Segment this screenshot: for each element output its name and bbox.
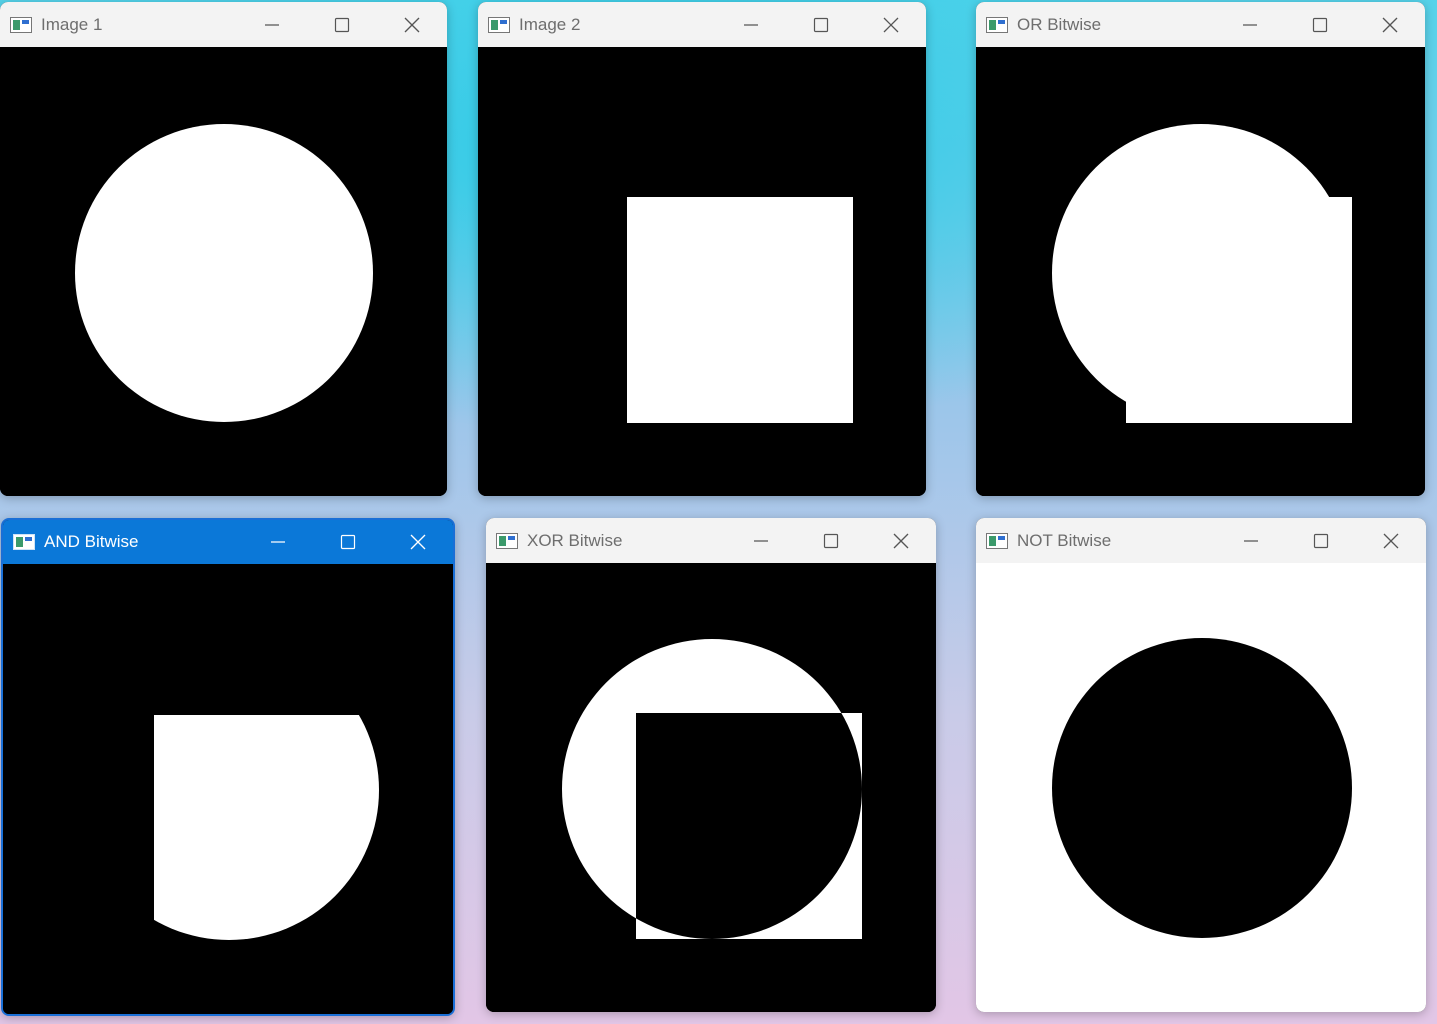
close-button[interactable] — [377, 2, 447, 47]
minimize-button[interactable] — [237, 2, 307, 47]
image-canvas — [3, 564, 453, 1014]
window-title: Image 1 — [41, 14, 103, 34]
minimize-button[interactable] — [1216, 518, 1286, 563]
image-canvas — [976, 47, 1425, 496]
maximize-button[interactable] — [313, 520, 383, 564]
window-xor-bitwise[interactable]: XOR Bitwise — [486, 518, 936, 1012]
close-icon — [404, 17, 420, 33]
window-not-bitwise[interactable]: NOT Bitwise — [976, 518, 1426, 1012]
app-icon — [986, 532, 1008, 549]
minimize-icon — [270, 534, 286, 550]
minimize-button[interactable] — [243, 520, 313, 564]
app-icon — [488, 16, 510, 33]
black-circle — [1052, 638, 1352, 938]
close-button[interactable] — [1356, 518, 1426, 563]
window-title: Image 2 — [519, 14, 581, 34]
window-title: AND Bitwise — [44, 532, 139, 551]
maximize-icon — [1312, 17, 1328, 33]
window-title: NOT Bitwise — [1017, 530, 1112, 550]
image-canvas — [486, 563, 936, 1012]
window-title: OR Bitwise — [1017, 14, 1102, 34]
white-square — [627, 197, 853, 423]
window-or-bitwise[interactable]: OR Bitwise — [976, 2, 1425, 496]
minimize-icon — [264, 17, 280, 33]
white-square — [1126, 197, 1352, 423]
maximize-button[interactable] — [786, 2, 856, 47]
window-title: XOR Bitwise — [527, 530, 623, 550]
minimize-icon — [1243, 533, 1259, 549]
titlebar[interactable]: Image 2 — [478, 2, 926, 47]
maximize-icon — [340, 534, 356, 550]
window-and-bitwise[interactable]: AND Bitwise — [1, 518, 455, 1016]
close-icon — [893, 533, 909, 549]
image-canvas — [976, 563, 1426, 1012]
app-icon — [10, 16, 32, 33]
close-button[interactable] — [1355, 2, 1425, 47]
titlebar[interactable]: Image 1 — [0, 2, 447, 47]
titlebar[interactable]: XOR Bitwise — [486, 518, 936, 563]
maximize-icon — [1313, 533, 1329, 549]
minimize-button[interactable] — [716, 2, 786, 47]
app-icon — [13, 534, 35, 550]
maximize-icon — [813, 17, 829, 33]
app-icon — [496, 532, 518, 549]
titlebar[interactable]: OR Bitwise — [976, 2, 1425, 47]
close-icon — [883, 17, 899, 33]
maximize-button[interactable] — [1286, 518, 1356, 563]
minimize-icon — [743, 17, 759, 33]
window-image-2[interactable]: Image 2 — [478, 2, 926, 496]
minimize-icon — [1242, 17, 1258, 33]
window-image-1[interactable]: Image 1 — [0, 2, 447, 496]
minimize-button[interactable] — [726, 518, 796, 563]
minimize-button[interactable] — [1215, 2, 1285, 47]
maximize-button[interactable] — [307, 2, 377, 47]
titlebar[interactable]: NOT Bitwise — [976, 518, 1426, 563]
maximize-icon — [823, 533, 839, 549]
image-canvas — [478, 47, 926, 496]
close-button[interactable] — [383, 520, 453, 564]
maximize-button[interactable] — [796, 518, 866, 563]
maximize-icon — [334, 17, 350, 33]
close-button[interactable] — [866, 518, 936, 563]
maximize-button[interactable] — [1285, 2, 1355, 47]
white-circle — [75, 124, 373, 422]
close-icon — [1382, 17, 1398, 33]
minimize-icon — [753, 533, 769, 549]
close-icon — [410, 534, 426, 550]
app-icon — [986, 16, 1008, 33]
close-button[interactable] — [856, 2, 926, 47]
close-icon — [1383, 533, 1399, 549]
titlebar[interactable]: AND Bitwise — [3, 520, 453, 564]
image-canvas — [0, 47, 447, 496]
